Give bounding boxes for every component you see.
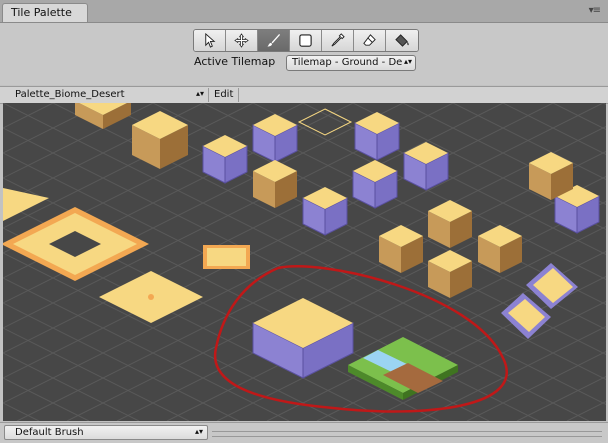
active-tilemap-label: Active Tilemap bbox=[194, 55, 276, 68]
brush-icon bbox=[267, 33, 281, 47]
flat-tile-4-dot bbox=[148, 294, 154, 300]
active-tilemap-dropdown[interactable]: Tilemap - Ground - De ▴▾ bbox=[286, 55, 416, 71]
tab-tile-palette[interactable]: Tile Palette bbox=[2, 3, 88, 22]
fill-tool-button[interactable] bbox=[386, 30, 418, 51]
window-menu-icon[interactable]: ▾≡ bbox=[589, 5, 601, 16]
tool-button-group bbox=[193, 29, 419, 52]
picker-tool-button[interactable] bbox=[322, 30, 354, 51]
edit-palette-button[interactable]: Edit bbox=[211, 88, 239, 102]
palette-canvas[interactable] bbox=[3, 103, 606, 421]
palette-dropdown-value: Palette_Biome_Desert bbox=[15, 89, 125, 100]
erase-tool-button[interactable] bbox=[354, 30, 386, 51]
resize-grip[interactable] bbox=[212, 431, 602, 437]
status-bar: Default Brush ▴▾ bbox=[0, 422, 608, 443]
flat-tile-3 bbox=[207, 248, 246, 266]
dropdown-arrow-icon: ▴▾ bbox=[195, 89, 204, 98]
palette-dropdown[interactable]: Palette_Biome_Desert ▴▾ bbox=[5, 88, 209, 102]
selection-outline bbox=[297, 108, 353, 136]
palette-tiles-view[interactable] bbox=[3, 103, 606, 421]
rectangle-icon bbox=[299, 34, 312, 47]
active-tilemap-value: Tilemap - Ground - De bbox=[292, 57, 403, 68]
dropdown-arrow-icon: ▴▾ bbox=[194, 427, 203, 436]
move-tool-button[interactable] bbox=[226, 30, 258, 51]
paint-tool-button[interactable] bbox=[258, 30, 290, 51]
brush-dropdown[interactable]: Default Brush ▴▾ bbox=[4, 425, 208, 440]
ramp-1 bbox=[533, 268, 573, 303]
brush-dropdown-value: Default Brush bbox=[15, 427, 84, 438]
tool-toolbar: Active Tilemap Tilemap - Ground - De ▴▾ bbox=[0, 23, 608, 85]
dropdown-arrow-icon: ▴▾ bbox=[403, 57, 412, 66]
select-tool-button[interactable] bbox=[194, 30, 226, 51]
tab-bar: Tile Palette ▾≡ bbox=[0, 0, 608, 23]
eraser-icon bbox=[363, 34, 376, 46]
palette-bar: Palette_Biome_Desert ▴▾ Edit bbox=[0, 86, 608, 104]
eyedropper-icon bbox=[331, 33, 345, 47]
box-fill-tool-button[interactable] bbox=[290, 30, 322, 51]
arrow-cursor-icon bbox=[205, 33, 216, 48]
move-arrows-icon bbox=[234, 33, 249, 48]
paint-bucket-icon bbox=[394, 34, 409, 47]
